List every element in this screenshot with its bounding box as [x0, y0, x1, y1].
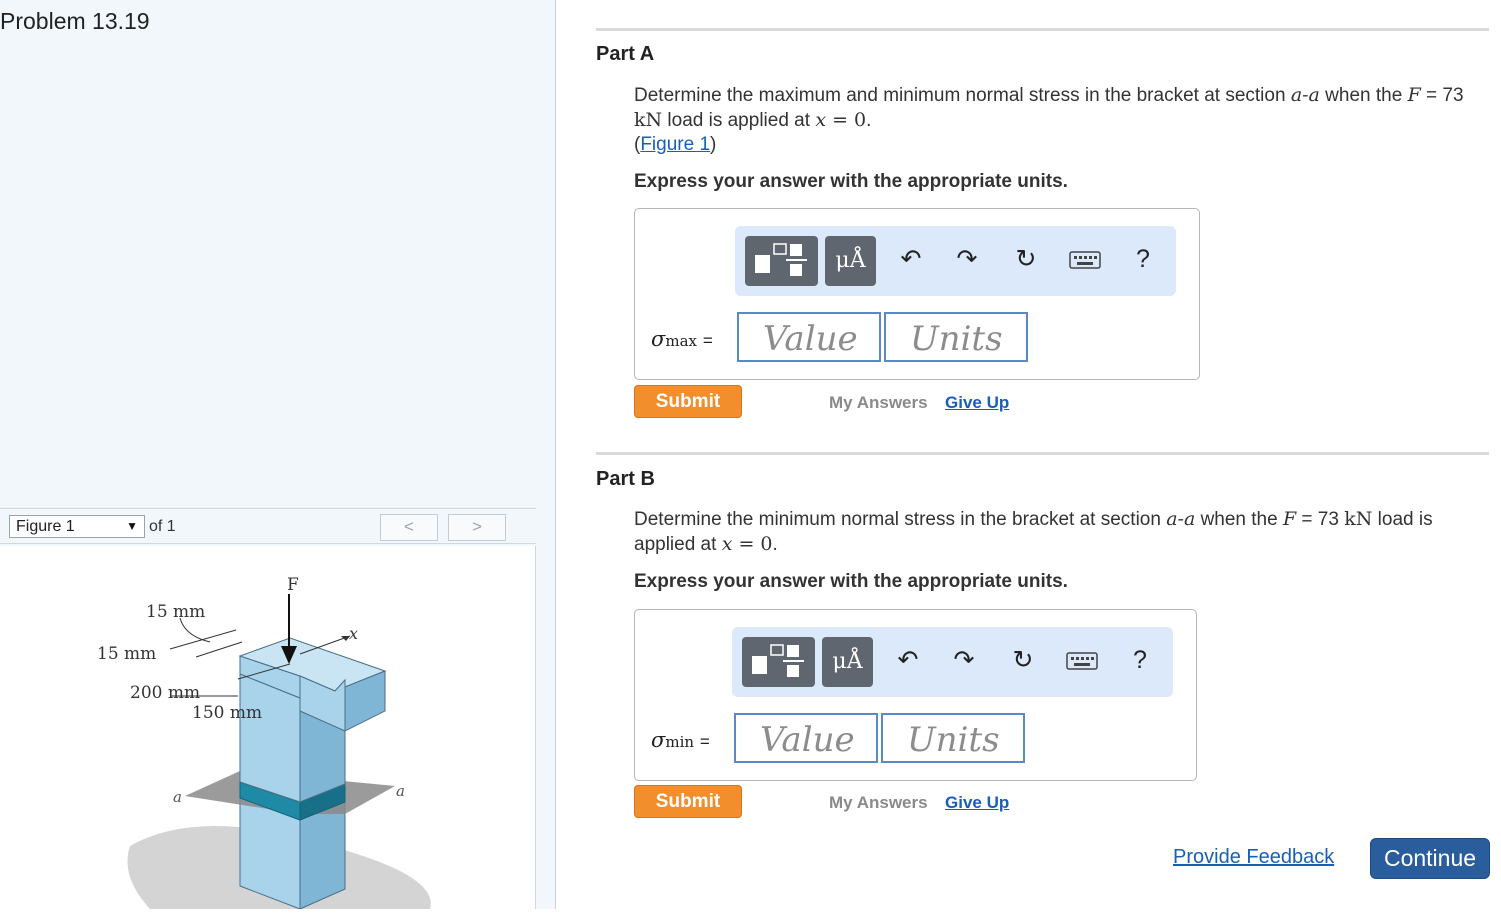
reset-icon[interactable]: ↻ — [1008, 645, 1038, 675]
part-a-divider — [596, 28, 1489, 31]
templates-icon — [752, 644, 804, 677]
bracket-figure: F x 15 mm 15 mm 200 mm 150 mm a a — [97, 575, 431, 910]
part-a-answer-box: μÅ ↶ ↷ ↻ ? σmax = Value Units — [634, 208, 1200, 380]
reset-icon[interactable]: ↻ — [1011, 244, 1041, 274]
chevron-left-icon: < — [404, 517, 414, 536]
dim-label-15mm-left: 15 mm — [97, 644, 156, 664]
figure-select-value: Figure 1 — [16, 518, 75, 535]
units-button[interactable]: μÅ — [825, 236, 876, 286]
templates-button[interactable] — [745, 236, 818, 286]
figure-viewer: F x 15 mm 15 mm 200 mm 150 mm a a — [0, 546, 536, 910]
part-a-instructions: Express your answer with the appropriate… — [634, 171, 1068, 192]
chevron-right-icon: > — [472, 517, 482, 536]
templates-button[interactable] — [742, 637, 815, 687]
part-a-math-toolbar: μÅ ↶ ↷ ↻ ? — [735, 226, 1176, 296]
x-axis-label: x — [349, 624, 358, 643]
help-button[interactable]: ? — [1128, 244, 1158, 274]
part-b-math-toolbar: μÅ ↶ ↷ ↻ ? — [732, 627, 1173, 697]
keyboard-icon[interactable] — [1065, 645, 1099, 675]
part-a-my-answers: My Answers — [829, 393, 928, 412]
redo-icon[interactable]: ↷ — [949, 645, 979, 675]
units-button[interactable]: μÅ — [822, 637, 873, 687]
figure-toolbar: Figure 1 ▼ of 1 < > — [0, 508, 536, 544]
part-b-title: Part B — [596, 468, 655, 490]
provide-feedback-link[interactable]: Provide Feedback — [1173, 846, 1334, 869]
keyboard-icon[interactable] — [1068, 244, 1102, 274]
chevron-down-icon: ▼ — [126, 519, 138, 533]
left-panel: Problem 13.19 Figure 1 ▼ of 1 < > F x 15… — [0, 0, 556, 910]
part-a-title: Part A — [596, 43, 655, 65]
value-input[interactable]: Value — [737, 312, 881, 362]
next-figure-button[interactable]: > — [448, 514, 506, 541]
figure-count-label: of 1 — [149, 518, 176, 535]
part-b-divider — [596, 452, 1489, 455]
force-label: F — [287, 575, 299, 595]
units-input[interactable]: Units — [881, 713, 1025, 763]
section-label-left: a — [173, 788, 182, 806]
part-b-give-up-link[interactable]: Give Up — [945, 793, 1009, 813]
figure-1-link[interactable]: Figure 1 — [640, 134, 710, 155]
part-a-prompt: Determine the maximum and minimum normal… — [634, 84, 1464, 155]
part-b-instructions: Express your answer with the appropriate… — [634, 571, 1068, 592]
section-label-right: a — [396, 782, 405, 800]
dim-line-2 — [195, 641, 243, 658]
undo-icon[interactable]: ↶ — [893, 645, 923, 675]
sigma-max-label: σmax = — [651, 327, 713, 351]
undo-icon[interactable]: ↶ — [896, 244, 926, 274]
dim-label-150mm: 150 mm — [192, 703, 262, 723]
help-button[interactable]: ? — [1125, 645, 1155, 675]
continue-button[interactable]: Continue — [1370, 838, 1490, 879]
previous-figure-button[interactable]: < — [380, 514, 438, 541]
figure-select[interactable]: Figure 1 ▼ — [9, 515, 145, 538]
problem-title: Problem 13.19 — [0, 8, 150, 34]
part-b-prompt: Determine the minimum normal stress in t… — [634, 508, 1433, 555]
value-input[interactable]: Value — [734, 713, 878, 763]
dim-label-15mm-top: 15 mm — [146, 602, 205, 622]
sigma-min-label: σmin = — [651, 728, 710, 752]
part-a-give-up-link[interactable]: Give Up — [945, 393, 1009, 413]
templates-icon — [755, 243, 807, 276]
dim-label-200mm: 200 mm — [130, 683, 200, 703]
part-b-submit-button[interactable]: Submit — [634, 785, 742, 818]
dim-line-1 — [169, 629, 237, 650]
units-input[interactable]: Units — [884, 312, 1028, 362]
part-b-my-answers: My Answers — [829, 793, 928, 812]
part-b-answer-box: μÅ ↶ ↷ ↻ ? σmin = Value Units — [634, 609, 1197, 781]
redo-icon[interactable]: ↷ — [952, 244, 982, 274]
part-a-submit-button[interactable]: Submit — [634, 385, 742, 418]
